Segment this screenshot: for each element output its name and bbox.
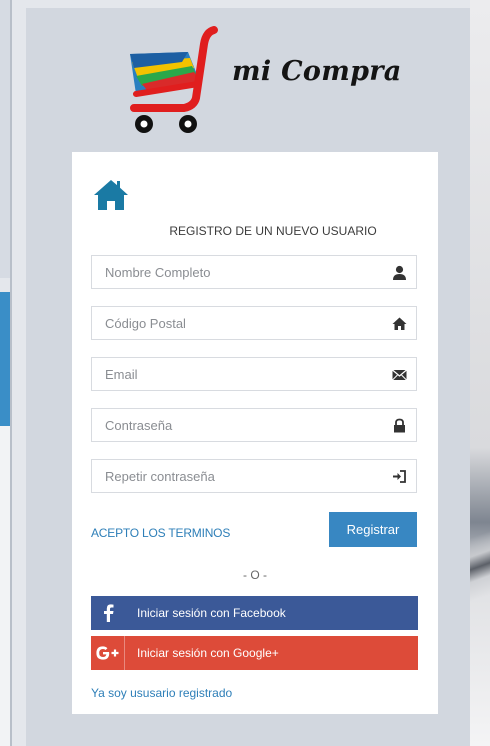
registration-card: REGISTRO DE UN NUEVO USUARIO Nombre Comp… (72, 152, 438, 714)
user-icon (393, 265, 406, 280)
full-name-input[interactable] (92, 256, 416, 288)
register-button[interactable]: Registrar (329, 512, 417, 547)
facebook-login-button[interactable]: Iniciar sesión con Facebook (91, 596, 418, 630)
background-right-fragment (470, 0, 490, 746)
google-login-label: Iniciar sesión con Google+ (137, 646, 279, 660)
background-divider (10, 0, 12, 746)
password-input[interactable] (92, 409, 416, 441)
repeat-password-input[interactable] (92, 460, 416, 492)
brand-name: mi Compra (232, 56, 402, 87)
already-registered-link[interactable]: Ya soy ususario registrado (91, 686, 232, 700)
background-swoosh (470, 500, 490, 620)
password-field[interactable] (91, 408, 417, 442)
facebook-icon (91, 596, 125, 630)
full-name-field[interactable] (91, 255, 417, 289)
repeat-password-field[interactable] (91, 459, 417, 493)
email-field[interactable] (91, 357, 417, 391)
envelope-icon (392, 369, 407, 381)
google-plus-icon (91, 636, 125, 670)
postal-code-field[interactable] (91, 306, 417, 340)
home-icon (94, 180, 128, 210)
lock-icon (394, 418, 405, 433)
home-icon (392, 317, 407, 330)
email-input[interactable] (92, 358, 416, 390)
postal-code-input[interactable] (92, 307, 416, 339)
form-title: REGISTRO DE UN NUEVO USUARIO (169, 224, 377, 238)
accept-terms-link[interactable]: ACEPTO LOS TERMINOS (91, 526, 230, 540)
or-divider: - O - (243, 568, 267, 582)
registration-panel: mi Compra REGISTRO DE UN NUEVO USUARIO N… (26, 8, 470, 746)
login-icon (393, 470, 406, 483)
facebook-login-label: Iniciar sesión con Facebook (137, 606, 286, 620)
google-login-button[interactable]: Iniciar sesión con Google+ (91, 636, 418, 670)
